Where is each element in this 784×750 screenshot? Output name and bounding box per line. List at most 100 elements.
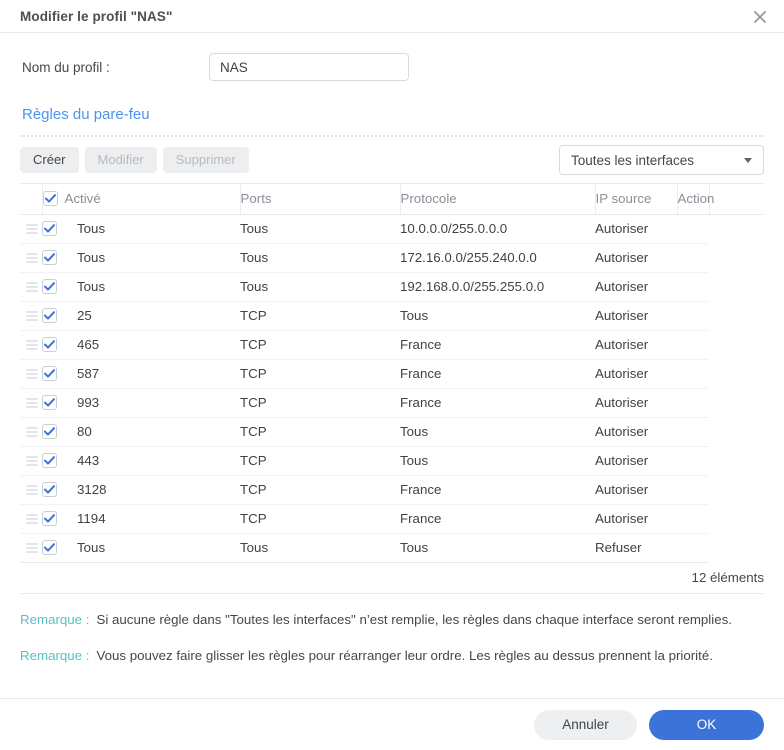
row-ports-cell: Tous — [77, 533, 240, 563]
rules-table: Activé Ports Protocole IP source Action … — [20, 184, 764, 563]
rules-count-row: 12 éléments — [20, 563, 764, 594]
note-text: Si aucune règle dans "Toutes les interfa… — [96, 611, 732, 627]
drag-handle-icon[interactable] — [26, 310, 38, 321]
row-enabled-checkbox[interactable] — [42, 540, 57, 556]
row-pad-cell — [677, 388, 709, 418]
row-drag-handle-cell[interactable] — [20, 417, 42, 447]
row-enabled-checkbox[interactable] — [42, 482, 57, 498]
row-action-cell: Refuser — [595, 533, 677, 563]
row-drag-handle-cell[interactable] — [20, 330, 42, 360]
row-drag-handle-cell[interactable] — [20, 243, 42, 273]
header-label-ports[interactable]: Ports — [240, 184, 401, 215]
edit-button[interactable]: Modifier — [84, 147, 157, 173]
header-enabled-column: Activé — [42, 184, 241, 215]
row-enabled-cell[interactable] — [42, 272, 77, 302]
row-enabled-cell[interactable] — [42, 417, 77, 447]
row-enabled-cell[interactable] — [42, 243, 77, 273]
header-label-protocol[interactable]: Protocole — [400, 184, 596, 215]
table-row[interactable]: 443 TCP Tous Autoriser — [20, 446, 764, 476]
row-protocol-cell: TCP — [240, 446, 400, 476]
drag-handle-icon[interactable] — [26, 426, 38, 437]
table-row[interactable]: Tous Tous Tous Refuser — [20, 533, 764, 563]
rules-table-head: Activé Ports Protocole IP source Action — [20, 184, 764, 215]
row-ip-source-cell: France — [400, 504, 595, 534]
drag-handle-icon[interactable] — [26, 542, 38, 553]
notes-section: Remarque : Si aucune règle dans "Toutes l… — [20, 610, 764, 666]
table-row[interactable]: Tous Tous 172.16.0.0/255.240.0.0 Autoriser — [20, 243, 764, 273]
table-row[interactable]: 80 TCP Tous Autoriser — [20, 417, 764, 447]
row-protocol-cell: TCP — [240, 301, 400, 331]
drag-handle-icon[interactable] — [26, 455, 38, 466]
row-drag-handle-cell[interactable] — [20, 301, 42, 331]
row-enabled-checkbox[interactable] — [42, 250, 57, 266]
row-drag-handle-cell[interactable] — [20, 272, 42, 302]
table-row[interactable]: Tous Tous 10.0.0.0/255.0.0.0 Autoriser — [20, 214, 764, 244]
row-enabled-cell[interactable] — [42, 214, 77, 244]
row-drag-handle-cell[interactable] — [20, 359, 42, 389]
row-protocol-cell: Tous — [240, 272, 400, 302]
select-all-checkbox[interactable] — [42, 191, 58, 207]
row-enabled-cell[interactable] — [42, 301, 77, 331]
row-enabled-checkbox[interactable] — [42, 279, 57, 295]
ok-button[interactable]: OK — [649, 709, 764, 740]
table-row[interactable]: 465 TCP France Autoriser — [20, 330, 764, 360]
cancel-button[interactable]: Annuler — [534, 709, 637, 740]
table-row[interactable]: 3128 TCP France Autoriser — [20, 475, 764, 505]
row-action-cell: Autoriser — [595, 330, 677, 360]
row-enabled-checkbox[interactable] — [42, 366, 57, 382]
dialog-footer: Annuler OK — [0, 698, 784, 750]
row-enabled-checkbox[interactable] — [42, 221, 57, 237]
row-drag-handle-cell[interactable] — [20, 214, 42, 244]
row-ip-source-cell: 10.0.0.0/255.0.0.0 — [400, 214, 595, 244]
header-label-ip-source[interactable]: IP source — [595, 184, 678, 215]
row-enabled-cell[interactable] — [42, 475, 77, 505]
row-enabled-cell[interactable] — [42, 359, 77, 389]
section-divider — [20, 135, 764, 137]
row-ports-cell: 1194 — [77, 504, 240, 534]
row-enabled-checkbox[interactable] — [42, 511, 57, 527]
row-enabled-cell[interactable] — [42, 446, 77, 476]
profile-name-input[interactable] — [209, 53, 409, 81]
row-enabled-checkbox[interactable] — [42, 395, 57, 411]
row-protocol-cell: Tous — [240, 533, 400, 563]
row-enabled-checkbox[interactable] — [42, 337, 57, 353]
row-enabled-cell[interactable] — [42, 533, 77, 563]
row-pad-cell — [677, 475, 709, 505]
drag-handle-icon[interactable] — [26, 339, 38, 350]
drag-handle-icon[interactable] — [26, 252, 38, 263]
row-drag-handle-cell[interactable] — [20, 388, 42, 418]
row-ports-cell: Tous — [77, 243, 240, 273]
interface-select[interactable]: Toutes les interfaces — [559, 145, 764, 175]
row-pad-cell — [677, 301, 709, 331]
row-protocol-cell: TCP — [240, 388, 400, 418]
row-drag-handle-cell[interactable] — [20, 504, 42, 534]
drag-handle-icon[interactable] — [26, 223, 38, 234]
drag-handle-icon[interactable] — [26, 513, 38, 524]
chevron-down-icon — [744, 157, 752, 163]
row-enabled-checkbox[interactable] — [42, 453, 57, 469]
table-row[interactable]: 587 TCP France Autoriser — [20, 359, 764, 389]
row-pad-cell — [677, 533, 709, 563]
row-enabled-cell[interactable] — [42, 330, 77, 360]
drag-handle-icon[interactable] — [26, 368, 38, 379]
drag-handle-icon[interactable] — [26, 281, 38, 292]
row-drag-handle-cell[interactable] — [20, 533, 42, 563]
header-label-action[interactable]: Action — [677, 184, 714, 215]
row-enabled-cell[interactable] — [42, 504, 77, 534]
row-enabled-checkbox[interactable] — [42, 308, 57, 324]
create-button[interactable]: Créer — [20, 147, 79, 173]
header-handle-column — [20, 184, 43, 215]
drag-handle-icon[interactable] — [26, 484, 38, 495]
header-label-enabled: Activé — [64, 191, 101, 207]
drag-handle-icon[interactable] — [26, 397, 38, 408]
table-row[interactable]: 25 TCP Tous Autoriser — [20, 301, 764, 331]
table-row[interactable]: Tous Tous 192.168.0.0/255.255.0.0 Autoriser — [20, 272, 764, 302]
row-drag-handle-cell[interactable] — [20, 446, 42, 476]
table-row[interactable]: 993 TCP France Autoriser — [20, 388, 764, 418]
row-enabled-cell[interactable] — [42, 388, 77, 418]
table-row[interactable]: 1194 TCP France Autoriser — [20, 504, 764, 534]
row-drag-handle-cell[interactable] — [20, 475, 42, 505]
close-icon[interactable] — [749, 6, 771, 28]
delete-button[interactable]: Supprimer — [162, 147, 249, 173]
row-enabled-checkbox[interactable] — [42, 424, 57, 440]
